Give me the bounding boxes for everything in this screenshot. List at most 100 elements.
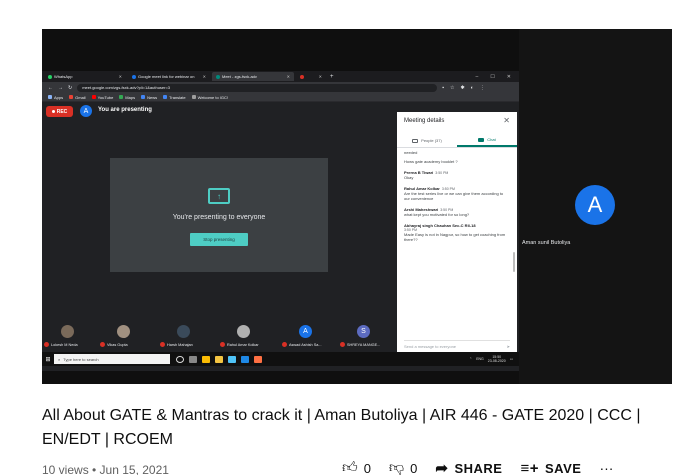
more-icon[interactable]: ···	[599, 460, 613, 475]
browser-window: WhatsApp ✕ Google meet link for webinar …	[42, 71, 519, 371]
tab-people[interactable]: People (37)	[397, 134, 457, 147]
browser-tab-recording[interactable]: ✕	[296, 72, 326, 81]
app-icon[interactable]	[241, 355, 249, 363]
mic-off-icon	[160, 342, 165, 347]
participant-tile[interactable]: S SHREYA MANGE...	[340, 323, 386, 350]
bookmark-apps[interactable]: Apps	[48, 95, 63, 100]
star-icon[interactable]: ☆	[450, 85, 454, 91]
bookmark-news[interactable]: News	[141, 95, 157, 100]
chat-scrollbar[interactable]	[513, 252, 515, 272]
like-button[interactable]: 👍︎ 0	[342, 459, 371, 475]
presenter-avatar: A	[80, 105, 92, 117]
forward-icon[interactable]: →	[58, 85, 63, 91]
close-icon[interactable]: ✕	[503, 116, 510, 125]
chat-message: Abhayraj singh Chauhan Sec-C Rll-18 3:50…	[404, 223, 506, 242]
cortana-icon[interactable]	[176, 355, 184, 363]
extension-icon[interactable]: ✱	[460, 85, 464, 91]
presenting-card: ↑ You're presenting to everyone Stop pre…	[110, 158, 328, 272]
browser-tab-meet[interactable]: Meet - zgs-fsxk-adv ✕	[212, 72, 294, 81]
close-icon[interactable]: ✕	[200, 74, 206, 79]
presenting-status: You are presenting	[98, 107, 152, 113]
youtube-icon	[91, 95, 96, 99]
file-explorer-icon[interactable]	[215, 355, 223, 363]
rec-badge: REC	[46, 106, 73, 117]
participant-avatar: A	[299, 325, 312, 338]
bookmark-translate[interactable]: Translate	[163, 95, 186, 100]
dislike-button[interactable]: 👎︎ 0	[389, 459, 417, 475]
video-actions: 👍︎ 0 👎︎ 0 ➦ SHARE ≡+ SAVE ···	[342, 459, 613, 475]
bookmarks-bar: Apps Gmail YouTube Maps News Translate W…	[42, 93, 519, 102]
translate-icon	[163, 95, 168, 99]
chat-icon	[478, 137, 485, 142]
close-icon[interactable]: ✕	[316, 74, 322, 79]
tab-chat[interactable]: Chat	[457, 134, 517, 147]
bookmark-welcome[interactable]: Welcome to IGC!	[191, 95, 228, 100]
back-icon[interactable]: ←	[48, 85, 53, 91]
participant-tile[interactable]: Vikas Gupta	[100, 323, 146, 350]
reload-icon[interactable]: ↻	[68, 85, 72, 91]
app-icon[interactable]	[254, 355, 262, 363]
mic-off-icon	[100, 342, 105, 347]
save-button[interactable]: ≡+ SAVE	[520, 460, 581, 475]
network-icon[interactable]: ⌃	[469, 357, 472, 361]
menu-icon[interactable]: ⋮	[480, 85, 485, 91]
chat-input[interactable]: Send a message to everyone ➤	[404, 340, 510, 352]
windows-start-icon[interactable]: ⊞	[42, 352, 54, 366]
participant-photo	[61, 325, 74, 338]
bookmark-gmail[interactable]: Gmail	[69, 95, 86, 100]
camera-icon[interactable]: ▪	[442, 85, 444, 91]
chat-message: Prerna B Tiwari 3:50 PM Okay	[404, 170, 449, 180]
send-icon[interactable]: ➤	[507, 344, 510, 349]
mic-off-icon	[282, 342, 287, 347]
video-player[interactable]: WhatsApp ✕ Google meet link for webinar …	[42, 29, 672, 384]
bookmark-icon	[191, 95, 196, 99]
stop-presenting-button[interactable]: Stop presenting	[190, 233, 248, 246]
gmail-icon	[69, 95, 74, 99]
people-icon	[412, 138, 419, 143]
address-bar-actions: ▪ ☆ ✱ ◐ ⋮	[442, 85, 485, 91]
thumbs-down-icon: 👎︎	[388, 459, 405, 475]
record-dot-icon	[51, 110, 55, 113]
close-icon[interactable]: ✕	[116, 74, 122, 79]
address-bar-row: ← → ↻ meet.google.com/zgs-fsxk-adv?pli=1…	[42, 82, 519, 93]
participant-tile[interactable]: Rahul Amar Kolkar	[220, 323, 266, 350]
taskbar-search[interactable]: ⌕ Type here to search	[54, 354, 170, 364]
window-controls: – ☐ ✕	[476, 74, 519, 80]
maximize-icon[interactable]: ☐	[490, 74, 494, 80]
close-icon[interactable]: ✕	[284, 74, 290, 79]
chat-message: Arshi Maheshwari 3:50 PM what kept you mo…	[404, 207, 470, 217]
search-icon: ⌕	[58, 356, 61, 362]
taskbar-apps	[176, 355, 262, 363]
chrome-icon[interactable]	[202, 355, 210, 363]
system-tray: ⌃ ENG 15:50 23-08-2020 ▭	[469, 355, 513, 363]
new-tab-button[interactable]: +	[330, 74, 334, 80]
windows-taskbar: ⊞ ⌕ Type here to search ⌃ ENG 15:50 23-0…	[42, 352, 519, 366]
browser-tabstrip: WhatsApp ✕ Google meet link for webinar …	[42, 71, 519, 82]
notification-icon[interactable]: ▭	[510, 357, 513, 361]
mic-off-icon	[44, 342, 49, 347]
task-view-icon[interactable]	[189, 355, 197, 363]
participant-tile[interactable]: Harsh Mahajan	[160, 323, 206, 350]
maps-icon	[119, 95, 124, 99]
app-icon[interactable]	[228, 355, 236, 363]
close-window-icon[interactable]: ✕	[507, 74, 511, 80]
bookmark-maps[interactable]: Maps	[119, 95, 135, 100]
participant-photo	[237, 325, 250, 338]
meet-icon	[216, 74, 220, 79]
browser-tab-whatsapp[interactable]: WhatsApp ✕	[44, 72, 126, 81]
bookmark-youtube[interactable]: YouTube	[91, 95, 113, 100]
participant-name: Aman sunil Butoliya	[522, 240, 571, 246]
profile-icon[interactable]: ◐	[471, 85, 474, 91]
participant-tile[interactable]: A Aswad Ashish Sa...	[282, 323, 328, 350]
participant-avatar: S	[357, 325, 370, 338]
url-field[interactable]: meet.google.com/zgs-fsxk-adv?pli=1&authu…	[77, 83, 438, 92]
participant-photo	[117, 325, 130, 338]
share-icon: ➦	[435, 460, 449, 475]
taskbar-clock[interactable]: 15:50 23-08-2020	[488, 355, 506, 363]
minimize-icon[interactable]: –	[476, 74, 479, 80]
share-button[interactable]: ➦ SHARE	[435, 459, 502, 475]
participant-avatar-large: A	[575, 185, 615, 225]
participant-tile[interactable]: Lokesh M Neda	[44, 323, 90, 350]
browser-tab-google[interactable]: Google meet link for webinar on ✕	[128, 72, 210, 81]
panel-tabs: People (37) Chat	[397, 134, 517, 148]
